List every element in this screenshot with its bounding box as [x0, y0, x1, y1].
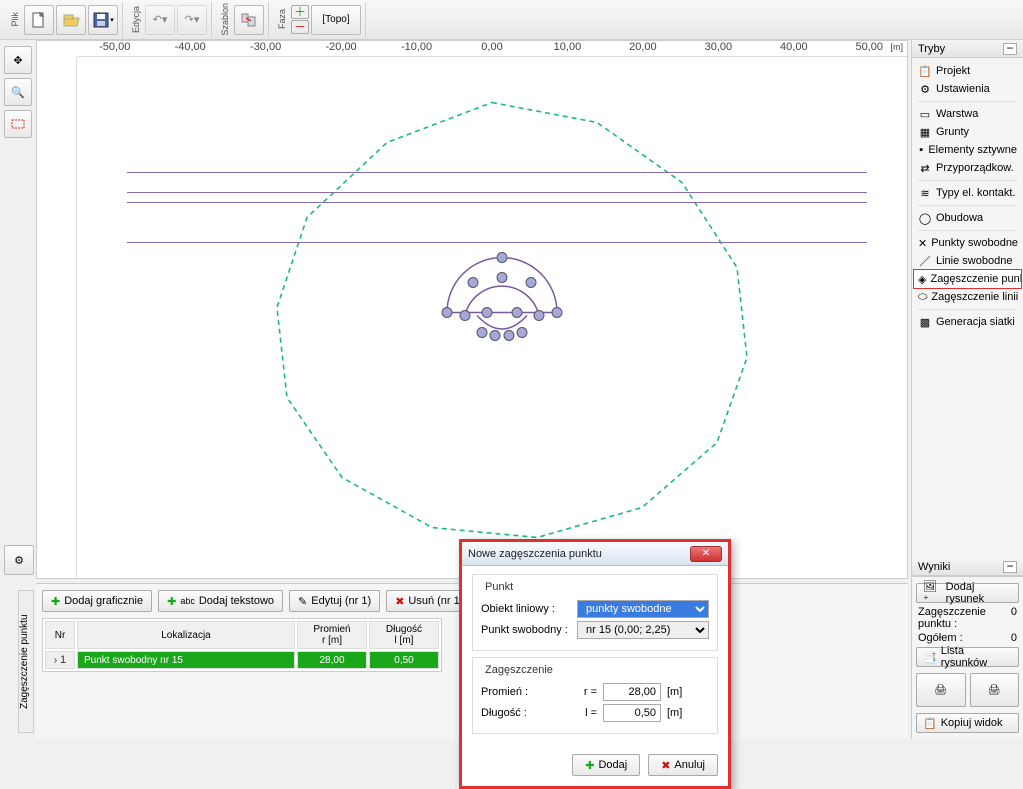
mode-item-elementy-sztywne[interactable]: ▪ Elementy sztywne — [914, 141, 1021, 159]
mode-icon: ◈ — [918, 272, 926, 286]
mode-label: Warstwa — [936, 108, 978, 120]
mode-label: Zagęszczenie punktu — [930, 273, 1021, 285]
mode-icon: 📋 — [918, 64, 932, 78]
template-button[interactable] — [234, 5, 264, 35]
mode-label: Obudowa — [936, 212, 983, 224]
add-text-button[interactable]: ✚abcDodaj tekstowo — [158, 590, 283, 612]
collapse-results-button[interactable]: − — [1003, 561, 1017, 573]
copy-view-button[interactable]: 📋Kopiuj widok — [916, 713, 1019, 733]
modes-header: Tryby — [918, 43, 945, 55]
mode-label: Projekt — [936, 65, 970, 77]
right-panel: Tryby − 📋 Projekt ⚙ Ustawienia ▭ Warstwa ▦ Grun… — [911, 40, 1023, 739]
print-button[interactable]: 🖨 — [916, 673, 966, 707]
mode-icon: ⇄ — [918, 161, 932, 175]
print-color-button[interactable]: 🖨 — [970, 673, 1020, 707]
dialog-add-button[interactable]: ✚Dodaj — [572, 754, 640, 776]
radius-input[interactable] — [603, 683, 661, 701]
drawing-viewport[interactable] — [77, 57, 907, 578]
mode-item-przyporz-dkow-[interactable]: ⇄ Przyporządkow. — [914, 159, 1021, 177]
mode-icon: ✕ — [918, 236, 927, 250]
group-label-plik: Plik — [8, 12, 22, 27]
phase-add-button[interactable]: ＋ — [291, 5, 309, 19]
mode-item-linie-swobodne[interactable]: ／ Linie swobodne — [914, 252, 1021, 270]
add-graphic-button[interactable]: ✚Dodaj graficznie — [42, 590, 152, 612]
mode-label: Linie swobodne — [936, 255, 1012, 267]
pan-tool-button[interactable]: ✥ — [4, 46, 32, 74]
mode-item-generacja-siatki[interactable]: ▩ Generacja siatki — [914, 313, 1021, 331]
mode-label: Punkty swobodne — [931, 237, 1018, 249]
free-point-select[interactable]: nr 15 (0,00; 2,25) — [577, 621, 709, 639]
dialog-close-button[interactable]: ✕ — [690, 546, 722, 562]
mode-label: Grunty — [936, 126, 969, 138]
new-densification-dialog: Nowe zagęszczenia punktu ✕ Punkt Obiekt … — [459, 539, 731, 789]
mode-item-projekt[interactable]: 📋 Projekt — [914, 62, 1021, 80]
mode-label: Typy el. kontakt. — [936, 187, 1015, 199]
ruler-top: -50,00-40,00-30,00-20,00-10,000,0010,002… — [77, 41, 907, 57]
dialog-cancel-button[interactable]: ✖Anuluj — [648, 754, 718, 776]
main-toolbar: Plik ▾ Edycja ↶▾ ↷▾ Szablon Faza ＋ － [To… — [0, 0, 1023, 40]
mode-label: Generacja siatki — [936, 316, 1015, 328]
dialog-title: Nowe zagęszczenia punktu — [468, 548, 602, 560]
ruler-left: 30,0020,0010,000,00-10,00-20,00-30,00 — [37, 57, 77, 578]
mode-item-punkty-swobodne[interactable]: ✕ Punkty swobodne — [914, 234, 1021, 252]
mode-label: Przyporządkow. — [936, 162, 1014, 174]
mode-icon: ▪ — [918, 143, 924, 157]
mode-item-zag-szczenie-punktu[interactable]: ◈ Zagęszczenie punktu — [914, 270, 1021, 288]
settings-gear-button[interactable]: ⚙ — [4, 545, 34, 575]
mode-item-zag-szczenie-linii[interactable]: ⬭ Zagęszczenie linii — [914, 288, 1021, 306]
mode-item-obudowa[interactable]: ◯ Obudowa — [914, 209, 1021, 227]
collapse-modes-button[interactable]: − — [1003, 43, 1017, 55]
densification-table[interactable]: Nr Lokalizacja Promień r [m] Długość l [… — [42, 618, 442, 672]
mode-icon: ▦ — [918, 125, 932, 139]
add-drawing-button[interactable]: 🖼⁺Dodaj rysunek — [916, 583, 1019, 603]
canvas-area[interactable]: [m] -50,00-40,00-30,00-20,00-10,000,0010… — [36, 40, 908, 579]
save-file-button[interactable]: ▾ — [88, 5, 118, 35]
left-toolbar: ✥ 🔍 — [4, 46, 34, 138]
new-file-button[interactable] — [24, 5, 54, 35]
mode-icon: ▩ — [918, 315, 932, 329]
results-header: Wyniki — [918, 561, 950, 573]
mode-icon: ⚙ — [918, 82, 932, 96]
bottom-panel-tab[interactable]: Zagęszczenie punktu — [18, 590, 34, 733]
mode-item-warstwa[interactable]: ▭ Warstwa — [914, 105, 1021, 123]
mode-icon: ▭ — [918, 107, 932, 121]
length-input[interactable] — [603, 704, 661, 722]
mode-tree: 📋 Projekt ⚙ Ustawienia ▭ Warstwa ▦ Grunty ▪ Eleme… — [912, 58, 1023, 335]
mode-item-typy-el-kontakt-[interactable]: ≋ Typy el. kontakt. — [914, 184, 1021, 202]
mode-icon: ⬭ — [918, 290, 927, 304]
mode-icon: ≋ — [918, 186, 932, 200]
mode-item-ustawienia[interactable]: ⚙ Ustawienia — [914, 80, 1021, 98]
mode-label: Ustawienia — [936, 83, 990, 95]
fit-view-button[interactable] — [4, 110, 32, 138]
redo-button[interactable]: ↷▾ — [177, 5, 207, 35]
open-file-button[interactable] — [56, 5, 86, 35]
table-row[interactable]: › 1 Punkt swobodny nr 15 28,00 0,50 — [45, 651, 439, 669]
mode-label: Zagęszczenie linii — [931, 291, 1018, 303]
zoom-tool-button[interactable]: 🔍 — [4, 78, 32, 106]
phase-remove-button[interactable]: － — [291, 20, 309, 34]
line-object-select[interactable]: punkty swobodne — [577, 600, 709, 618]
mode-label: Elementy sztywne — [928, 144, 1017, 156]
drawing-list-button[interactable]: 📑Lista rysunków — [916, 647, 1019, 667]
group-label-szablon: Szablon — [218, 3, 232, 36]
group-label-edycja: Edycja — [129, 6, 143, 33]
mode-item-grunty[interactable]: ▦ Grunty — [914, 123, 1021, 141]
mode-icon: ／ — [918, 254, 932, 268]
group-label-faza: Faza — [275, 9, 289, 29]
edit-button[interactable]: ✎Edytuj (nr 1) — [289, 590, 380, 612]
topo-phase-button[interactable]: [Topo] — [311, 5, 361, 35]
mode-icon: ◯ — [918, 211, 932, 225]
undo-button[interactable]: ↶▾ — [145, 5, 175, 35]
